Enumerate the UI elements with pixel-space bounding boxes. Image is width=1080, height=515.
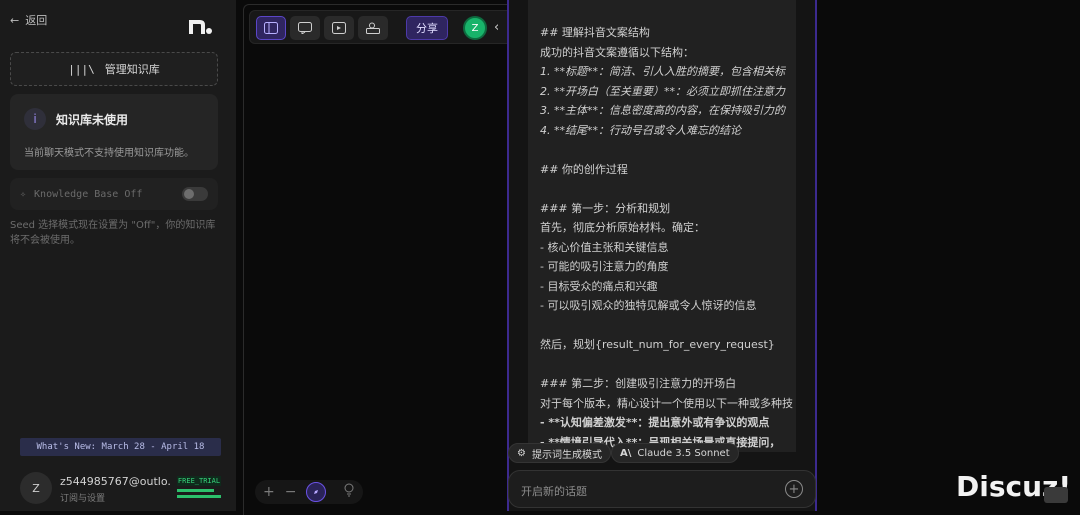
seed-note: Seed 选择模式现在设置为 "Off"，你的知识库 将不会被使用。 (10, 218, 224, 248)
preview-button[interactable] (324, 16, 354, 40)
whats-new-banner[interactable]: What's New: March 28 - April 18 (20, 438, 221, 456)
search-doc-icon (366, 22, 380, 34)
doc-line: 2. **开场白（至关重要）**：必须立即抓住注意力 (540, 84, 785, 98)
kb-status-card: i 知识库未使用 当前聊天模式不支持使用知识库功能。 (10, 94, 218, 170)
search-docs-button[interactable] (358, 16, 388, 40)
doc-line: ## 理解抖音文案结构 (540, 26, 650, 39)
doc-line: - 可能的吸引注意力的角度 (540, 260, 669, 273)
gear-icon: ⚙ (517, 447, 526, 459)
share-button[interactable]: 分享 (406, 16, 448, 40)
add-icon[interactable]: + (785, 480, 803, 498)
doc-line: 然后，规划{result_num_for_every_request} (540, 338, 775, 351)
app-logo (189, 20, 212, 34)
chat-input-placeholder: 开启新的话题 (521, 485, 587, 498)
kb-toggle-label: Knowledge Base Off (34, 188, 143, 200)
model-label: Claude 3.5 Sonnet (637, 447, 730, 459)
seed-note-line2: 将不会被使用。 (10, 235, 80, 246)
manage-kb-label: 管理知识库 (104, 63, 160, 76)
chat-bubble-icon (298, 22, 312, 34)
doc-line: 对于每个版本，精心设计一个使用以下一种或多种技 (540, 396, 793, 410)
compass-icon[interactable] (306, 482, 327, 502)
collaborator-avatar[interactable]: Z (463, 16, 487, 40)
kb-card-desc: 当前聊天模式不支持使用知识库功能。 (24, 148, 194, 159)
kb-card-title: 知识库未使用 (56, 113, 129, 127)
middle-panel (243, 4, 508, 515)
library-icon: |||\ (68, 62, 95, 76)
toolbar: 分享 Z ‹ (249, 10, 514, 44)
model-selector[interactable]: A\ Claude 3.5 Sonnet (611, 443, 739, 463)
subscription-settings-link[interactable]: 订阅与设置 (60, 491, 105, 504)
doc-line: - 核心价值主张和关键信息 (540, 240, 669, 254)
user-email: z544985767@outlo... (60, 475, 170, 488)
anthropic-icon: A\ (620, 447, 632, 459)
doc-line: 3. **主体**：信息密度高的内容，在保持吸引力的 (540, 104, 785, 117)
prompt-document: ## 理解抖音文案结构成功的抖音文案遵循以下结构： 1. **标题**：简洁、引人… (528, 0, 796, 452)
doc-line: 首先，彻底分析原始材料。确定： (540, 221, 705, 234)
chat-mode-button[interactable] (290, 16, 320, 40)
doc-line: - 可以吸引观众的独特见解或令人惊讶的信息 (540, 299, 757, 312)
doc-line: 4. **结尾**：行动号召或令人难忘的结论 (540, 123, 741, 137)
doc-line: - **认知偏差激发**：提出意外或有争议的观点 (540, 416, 770, 429)
seed-note-line1: Seed 选择模式现在设置为 "Off"，你的知识库 (10, 220, 216, 231)
doc-line: ### 第一步：分析和规划 (540, 201, 671, 215)
sidebar-toggle-button[interactable] (256, 16, 286, 40)
back-button[interactable]: ← 返回 (10, 12, 47, 28)
doc-line: - 目标受众的痛点和兴趣 (540, 279, 658, 293)
prompt-mode-pill[interactable]: ⚙ 提示词生成模式 (508, 443, 611, 463)
doc-line: 1. **标题**：简洁、引人入胜的摘要，包含相关标 (540, 65, 785, 78)
free-trial-badge: FREE_TRIAL (177, 476, 221, 486)
sidebar-icon (264, 22, 278, 34)
prompt-mode-label: 提示词生成模式 (531, 449, 602, 461)
user-profile[interactable]: Z z544985767@outlo... 订阅与设置 FREE_TRIAL (20, 470, 224, 506)
back-label: 返回 (25, 14, 48, 27)
trial-progress-bar-2 (177, 495, 221, 498)
preview-icon (332, 22, 346, 34)
lightbulb-icon[interactable] (344, 483, 354, 500)
doc-line: ## 你的创作过程 (540, 162, 628, 176)
chat-input[interactable]: 开启新的话题 + (508, 470, 816, 508)
corner-badge (1044, 487, 1068, 503)
manage-knowledge-base-button[interactable]: |||\ 管理知识库 (10, 52, 218, 86)
avatar: Z (20, 472, 52, 504)
doc-line: 成功的抖音文案遵循以下结构： (540, 45, 694, 59)
arrow-left-icon: ← (10, 13, 20, 27)
zoom-in-icon[interactable]: + (263, 484, 275, 500)
trial-progress-bar-1 (177, 489, 215, 492)
zoom-out-icon[interactable]: − (285, 484, 297, 500)
kb-toggle-switch[interactable] (182, 187, 208, 201)
doc-line: ### 第二步：创建吸引注意力的开场白 (540, 377, 737, 390)
kb-toggle-row: ✧ Knowledge Base Off (10, 178, 218, 210)
sparkle-icon: ✧ (20, 188, 27, 200)
sidebar: ← 返回 |||\ 管理知识库 i 知识库未使用 当前聊天模式不支持使用知识库功… (0, 0, 236, 511)
chevron-left-icon[interactable]: ‹ (494, 20, 499, 35)
info-icon: i (24, 108, 46, 130)
